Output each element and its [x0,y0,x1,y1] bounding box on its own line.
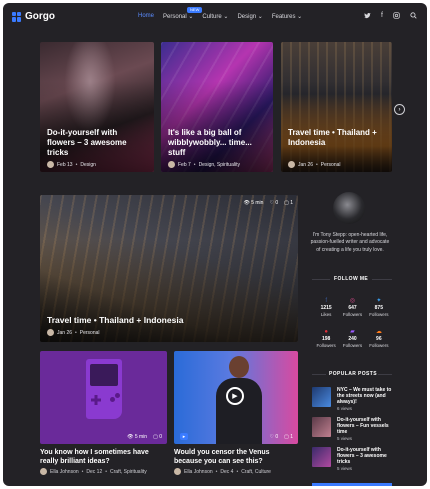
nav-home[interactable]: Home [138,13,154,20]
twitter-icon[interactable] [364,12,371,21]
popular-thumb[interactable] [312,417,331,437]
gameboy-image [86,359,122,419]
play-icon[interactable]: ▶ [226,387,244,405]
site-logo[interactable]: Gorgo [12,11,55,22]
site-header: Gorgo Home Personal ⌄ NEW Culture ⌄ Desi… [3,3,427,31]
twitch-icon: ▰ [350,328,355,335]
card-meta: Jan 26 • Personal [288,161,341,168]
post-meta-2: Ella Johnson • Dec 4 • Craft, Culture [174,468,271,475]
post-title-2[interactable]: Would you censor the Venus because you c… [174,449,298,467]
popular-post-2[interactable]: Do-it-yourself with flowers – Fun vessel… [312,417,396,441]
sidebar-button[interactable] [312,483,392,486]
avatar [288,161,295,168]
avatar [174,468,181,475]
popular-title: POPULAR POSTS [329,371,377,377]
author-avatar[interactable] [333,192,365,224]
facebook-icon: f [325,298,327,304]
post-meta-1: Ella Johnson • Dec 12 • Craft, Spiritualit… [40,468,147,475]
comment-icon[interactable]: ▢ 0 [153,434,162,440]
follow-facebook[interactable]: f 1215 Likes [313,297,339,319]
page-frame: Gorgo Home Personal ⌄ NEW Culture ⌄ Desi… [3,3,427,486]
header-social: f [364,12,417,21]
card-meta: Feb 7 • Design, Spirituality [168,161,240,168]
post-card-1-image[interactable]: 👁 5 min ▢ 0 [40,351,167,444]
popular-thumb[interactable] [312,447,331,467]
comment-icon[interactable]: ▢ 1 [284,434,293,440]
follow-soundcloud[interactable]: ☁ 96 Followers [366,328,392,350]
post-title-1[interactable]: You know how I sometimes have really bri… [40,449,167,467]
card-title[interactable]: It's like a big ball of wibblywobbly... … [168,128,266,158]
follow-grid: f 1215 Likes ◎ 647 Followers ✦ 875 Follo… [313,297,392,349]
follow-twitch[interactable]: ▰ 240 Followers [339,328,365,350]
hero-meta: Jan 26 • Personal [47,329,100,336]
featured-card-2[interactable]: It's like a big ball of wibblywobbly... … [161,42,273,172]
nav-personal[interactable]: Personal ⌄ NEW [163,7,203,20]
nav-culture[interactable]: Culture ⌄ [202,13,228,20]
hero-title[interactable]: Travel time • Thailand + Indonesia [47,315,183,326]
comment-icon[interactable]: ▢ 1 [284,200,293,206]
video-badge-icon: ▸ [180,433,188,440]
follow-twitter[interactable]: ✦ 875 Followers [366,297,392,319]
pinterest-icon: ● [324,328,328,335]
instagram-icon: ◎ [349,298,356,304]
post-card-2-image[interactable]: ▶ ▸ ♡ 0 ▢ 1 [174,351,298,444]
nav-features[interactable]: Features ⌄ [272,13,302,20]
search-icon[interactable] [410,12,417,21]
heart-icon[interactable]: ♡ 0 [269,200,278,206]
follow-pinterest[interactable]: ● 198 Followers [313,328,339,350]
eye-icon: 👁 5 min [243,200,264,206]
card-title[interactable]: Travel time • Thailand + Indonesia [288,128,383,148]
avatar [47,161,54,168]
twitter-icon: ✦ [376,298,382,304]
follow-instagram[interactable]: ◎ 647 Followers [339,297,365,319]
soundcloud-icon: ☁ [375,328,382,335]
logo-text: Gorgo [25,11,55,22]
nav-design[interactable]: Design ⌄ [237,13,262,20]
facebook-icon[interactable]: f [381,12,383,21]
card-meta: Feb 13 • Design [47,161,96,168]
avatar [168,161,175,168]
avatar [40,468,47,475]
post-stats: ♡ 0 ▢ 1 [269,434,293,440]
popular-thumb[interactable] [312,387,331,407]
popular-post-1[interactable]: NYC – We must take to the streets now (a… [312,387,396,411]
card-title[interactable]: Do-it-yourself with flowers – 3 awesome … [47,128,147,158]
avatar [47,329,54,336]
author-bio: I'm Tony Stepp: open-hearted life, passi… [310,232,390,253]
logo-grid-icon [12,11,22,22]
hero-card[interactable]: 👁 5 min ♡ 0 ▢ 1 Travel time • Thailand +… [40,195,298,342]
featured-card-1[interactable]: Do-it-yourself with flowers – 3 awesome … [40,42,154,172]
hero-stats: 👁 5 min ♡ 0 ▢ 1 [243,200,293,206]
heart-icon[interactable]: ♡ 0 [269,434,278,440]
carousel-next-icon[interactable]: › [394,104,405,115]
instagram-icon[interactable] [393,12,400,21]
new-badge: NEW [187,7,203,13]
follow-title: FOLLOW ME [334,276,369,282]
featured-card-3[interactable]: Travel time • Thailand + Indonesia Jan 2… [281,42,392,172]
main-nav: Home Personal ⌄ NEW Culture ⌄ Design ⌄ F… [138,7,302,20]
popular-post-3[interactable]: Do-it-yourself with flowers – 3 awesome … [312,447,396,471]
eye-icon: 👁 5 min [127,434,148,440]
post-stats: 👁 5 min ▢ 0 [127,434,162,440]
